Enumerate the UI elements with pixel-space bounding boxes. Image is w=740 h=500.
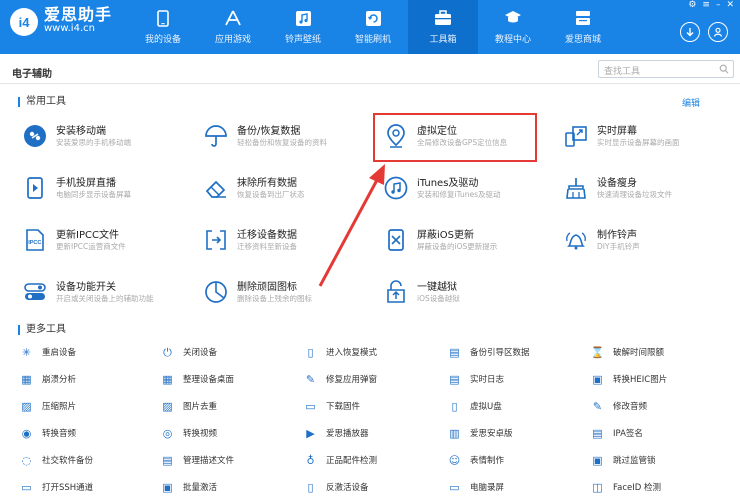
more-tool-label: 管理描述文件 (183, 456, 235, 466)
profile-icon: ▤ (162, 453, 173, 467)
more-tool-item[interactable]: ▯ 虚拟U盘 (448, 398, 502, 414)
more-tool-item[interactable]: ⏻ 关闭设备 (161, 344, 217, 360)
more-tool-label: 转换视频 (183, 429, 218, 439)
more-tool-item[interactable]: ▥ 爱思安卓版 (448, 425, 513, 441)
faceid-icon: ◫ (592, 480, 603, 494)
more-tool-label: 跳过监管锁 (613, 456, 656, 466)
emoji-icon: ☺ (448, 453, 461, 467)
more-tool-label: 修复应用弹窗 (326, 375, 378, 385)
more-tool-label: 修改音频 (613, 402, 648, 412)
more-tool-label: 破解时间限额 (613, 348, 665, 358)
more-tool-item[interactable]: ▯ 进入恢复模式 (304, 344, 377, 360)
more-tool-label: 崩溃分析 (42, 375, 77, 385)
more-tool-item[interactable]: ▦ 崩溃分析 (20, 371, 76, 387)
more-tool-item[interactable]: ▦ 整理设备桌面 (161, 371, 234, 387)
more-tool-item[interactable]: ◎ 转换视频 (161, 425, 217, 441)
more-tool-item[interactable]: ✎ 修改音频 (591, 398, 647, 414)
more-tool-item[interactable]: ▯ 反激活设备 (304, 479, 369, 495)
more-tool-item[interactable]: ⌛ 破解时间限额 (591, 344, 664, 360)
more-tool-label: 电脑录屏 (470, 483, 505, 493)
more-tool-label: IPA签名 (613, 429, 643, 439)
social-backup-icon: ◌ (21, 453, 32, 467)
more-tool-item[interactable]: ☺ 表情制作 (448, 452, 504, 468)
batch-activate-icon: ▣ (162, 480, 173, 494)
more-tool-item[interactable]: ▣ 批量激活 (161, 479, 217, 495)
hourglass-icon: ⌛ (590, 345, 605, 359)
more-tool-item[interactable]: ✎ 修复应用弹窗 (304, 371, 377, 387)
deactivate-icon: ▯ (307, 480, 314, 494)
more-tools-title: 更多工具 (18, 325, 66, 335)
backup-boot-icon: ▤ (449, 345, 460, 359)
more-tool-label: 图片去重 (183, 402, 218, 412)
restart-icon: ✳ (21, 345, 32, 359)
more-tool-item[interactable]: ▭ 电脑录屏 (448, 479, 504, 495)
more-tool-item[interactable]: ✳ 重启设备 (20, 344, 76, 360)
more-tool-label: 实时日志 (470, 375, 505, 385)
more-tool-label: 爱思安卓版 (470, 429, 513, 439)
more-tool-label: 转换音频 (42, 429, 77, 439)
more-tool-label: 表情制作 (470, 456, 505, 466)
more-tool-label: 重启设备 (42, 348, 77, 358)
android-icon: ▥ (449, 426, 460, 440)
more-tool-label: 下载固件 (326, 402, 361, 412)
more-tool-item[interactable]: ▣ 跳过监管锁 (591, 452, 656, 468)
more-tool-item[interactable]: ▭ 下载固件 (304, 398, 360, 414)
more-tool-item[interactable]: ▨ 压缩照片 (20, 398, 76, 414)
more-tool-label: 进入恢复模式 (326, 348, 378, 358)
heic-convert-icon: ▣ (592, 372, 603, 386)
more-tool-item[interactable]: ▨ 图片去重 (161, 398, 217, 414)
screen-record-icon: ▭ (449, 480, 460, 494)
accessory-check-icon: ♁ (306, 453, 315, 467)
more-tool-label: 虚拟U盘 (470, 402, 502, 412)
more-tool-item[interactable]: ▤ IPA签名 (591, 425, 643, 441)
download-firmware-icon: ▭ (305, 399, 316, 413)
more-tool-label: 社交软件备份 (42, 456, 94, 466)
more-tool-label: 整理设备桌面 (183, 375, 235, 385)
more-tool-label: 批量激活 (183, 483, 218, 493)
more-tool-label: 备份引导区数据 (470, 348, 530, 358)
more-tool-label: 关闭设备 (183, 348, 218, 358)
more-tool-item[interactable]: ◫ FaceID 检测 (591, 479, 661, 495)
more-tool-label: 转换HEIC图片 (613, 375, 668, 385)
compress-photo-icon: ▨ (21, 399, 32, 413)
more-tool-item[interactable]: ▤ 管理描述文件 (161, 452, 234, 468)
player-icon: ▶ (306, 426, 315, 440)
convert-video-icon: ◎ (162, 426, 173, 440)
more-tool-item[interactable]: ◉ 转换音频 (20, 425, 76, 441)
more-tool-label: 打开SSH通道 (42, 483, 94, 493)
recovery-mode-icon: ▯ (307, 345, 314, 359)
fix-popup-icon: ✎ (305, 372, 316, 386)
more-tool-item[interactable]: ▤ 实时日志 (448, 371, 504, 387)
power-icon: ⏻ (163, 345, 172, 359)
more-tool-item[interactable]: ♁ 正品配件检测 (304, 452, 377, 468)
more-tool-label: 爱思播放器 (326, 429, 369, 439)
more-tool-item[interactable]: ▣ 转换HEIC图片 (591, 371, 667, 387)
log-icon: ▤ (449, 372, 460, 386)
more-tool-item[interactable]: ◌ 社交软件备份 (20, 452, 93, 468)
dedupe-image-icon: ▨ (162, 399, 173, 413)
more-tool-label: 正品配件检测 (326, 456, 378, 466)
desktop-grid-icon: ▦ (162, 372, 173, 386)
ssh-icon: ▭ (21, 480, 32, 494)
usb-drive-icon: ▯ (451, 399, 458, 413)
more-tool-item[interactable]: ▶ 爱思播放器 (304, 425, 369, 441)
more-tool-label: FaceID 检测 (613, 483, 661, 493)
convert-audio-icon: ◉ (21, 426, 32, 440)
crash-analysis-icon: ▦ (21, 372, 32, 386)
more-tool-label: 反激活设备 (326, 483, 369, 493)
ipa-sign-icon: ▤ (592, 426, 603, 440)
more-tool-label: 压缩照片 (42, 402, 77, 412)
edit-audio-icon: ✎ (592, 399, 603, 413)
skip-lock-icon: ▣ (592, 453, 603, 467)
more-tool-item[interactable]: ▤ 备份引导区数据 (448, 344, 530, 360)
more-tool-item[interactable]: ▭ 打开SSH通道 (20, 479, 93, 495)
